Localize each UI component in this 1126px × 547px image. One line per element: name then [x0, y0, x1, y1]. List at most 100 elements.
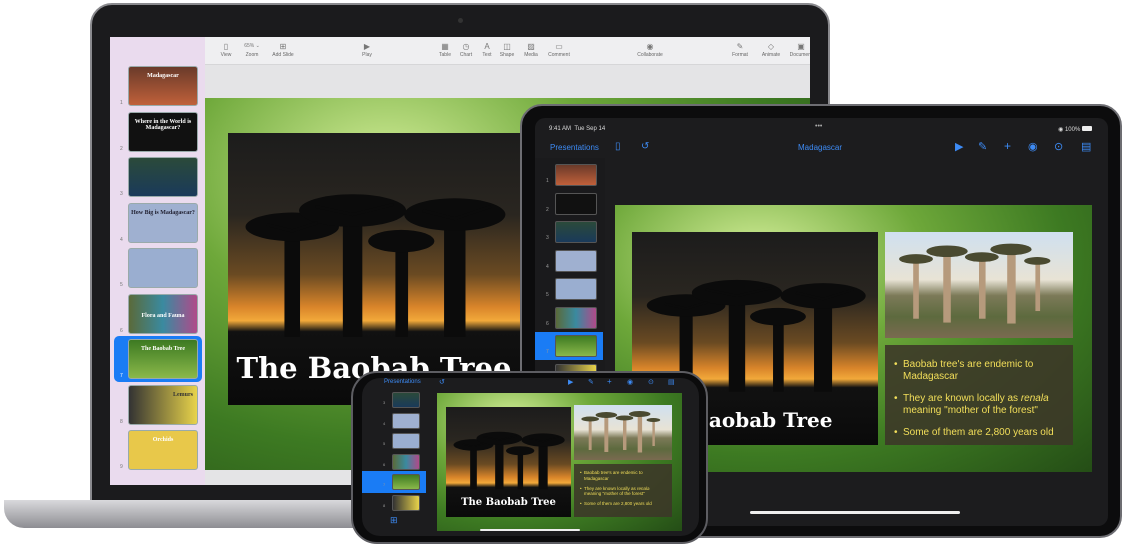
toolbar-label: Animate: [761, 52, 781, 58]
toolbar-label: Media: [524, 52, 538, 58]
slide-number: 2: [546, 206, 549, 213]
slide-number: 1: [120, 100, 123, 106]
home-indicator: [750, 511, 960, 514]
slide-thumbnail[interactable]: The Baobab Tree: [128, 339, 198, 379]
date: Tue Sep 14: [574, 126, 606, 132]
toolbar-label: Format: [732, 52, 748, 58]
presentations-button[interactable]: Presentations: [550, 143, 599, 152]
play-icon: ▶: [363, 42, 371, 51]
slide-thumbnail[interactable]: How Big is Madagascar?: [128, 202, 198, 243]
slide-thumbnail[interactable]: [555, 278, 597, 300]
bullet-item: Some of them are 2,800 years old: [580, 501, 668, 507]
toolbar-document-button[interactable]: ▣Document: [781, 41, 810, 58]
slide-thumbnail[interactable]: Lemurs: [128, 384, 198, 425]
slide-thumbnail-title: How Big is Madagascar?: [131, 209, 195, 216]
slide-thumbnail[interactable]: Where in the World is Madagascar?: [128, 111, 198, 152]
wifi-icon: ◉: [1058, 127, 1065, 133]
slide-number: 4: [383, 420, 386, 426]
battery-icon: [1082, 126, 1092, 131]
presentations-button[interactable]: Presentations: [384, 379, 421, 385]
add-icon[interactable]: +: [607, 378, 612, 386]
document-icon[interactable]: ▤: [668, 378, 675, 386]
bullet-text: Baobab tree's are endemic to Madagascar: [903, 359, 1034, 382]
collaborate-icon[interactable]: ◉: [627, 378, 633, 386]
slide-thumbnail[interactable]: [392, 412, 420, 429]
slide-thumbnail[interactable]: [555, 164, 597, 186]
document-icon: ▣: [797, 42, 805, 51]
slide-number: 2: [120, 145, 123, 152]
bullet-text: meaning "mother of the forest": [903, 405, 1038, 416]
bullet-item: They are known locally as renala meaning…: [580, 486, 668, 497]
multitasking-dots[interactable]: •••: [815, 123, 822, 130]
collaborate-icon: ◉: [646, 42, 654, 51]
slide-thumbnail[interactable]: [128, 157, 198, 197]
add-slide-icon[interactable]: ⊞: [390, 515, 398, 526]
slide-thumbnail[interactable]: [555, 306, 597, 329]
slide-number: 6: [546, 320, 549, 327]
toolbar-play-button[interactable]: ▶ Play: [347, 41, 387, 58]
bullet-text: renala: [1020, 393, 1049, 404]
undo-icon[interactable]: ↺: [439, 378, 445, 386]
format-brush-icon[interactable]: ✎: [588, 378, 594, 386]
toolbar-label: Collaborate: [637, 52, 663, 58]
battery-percent: 100%: [1064, 127, 1081, 133]
play-icon[interactable]: ▶: [568, 378, 573, 386]
slide-thumbnail[interactable]: [555, 221, 597, 243]
slide-thumbnail[interactable]: [392, 474, 420, 490]
slide-number: 9: [120, 464, 123, 470]
add-icon[interactable]: +: [1004, 139, 1011, 153]
baobab-silhouette: [646, 279, 866, 392]
more-icon[interactable]: ⊙: [1054, 140, 1063, 153]
bullet-item: Baobab tree's are endemic to Madagascar: [580, 470, 668, 481]
slide-thumbnail[interactable]: [555, 249, 597, 272]
toolbar-label: Comment: [548, 52, 570, 58]
collaborate-icon[interactable]: ◉: [1028, 140, 1038, 153]
slide-thumbnail[interactable]: Flora and Fauna: [128, 293, 198, 334]
slide-number: 7: [383, 482, 386, 487]
toolbar-label: Zoom: [245, 52, 259, 58]
iphone-keynote: Presentations ↺ ▶ ✎ + ◉ ⊙ ▤ 3 4 5 6 7 8 ⊞ The…: [362, 378, 699, 536]
slide-number: 4: [546, 263, 549, 270]
slide-thumbnail[interactable]: [128, 248, 198, 288]
bullet-textbox[interactable]: Baobab tree's are endemic to Madagascar T…: [574, 464, 672, 517]
document-title[interactable]: Madagascar: [798, 143, 842, 152]
bullet-textbox[interactable]: Baobab tree's are endemic to Madagascar T…: [885, 345, 1073, 445]
slide-thumbnail[interactable]: Madagascar: [128, 66, 198, 106]
slide-number: 5: [546, 292, 549, 298]
add-slide-icon: ⊞: [279, 42, 287, 51]
slide-navigator[interactable]: 1 Madagascar 2 Where in the World is Madaga…: [110, 37, 205, 485]
slide-number: 5: [383, 441, 386, 446]
slide-number: 8: [383, 502, 386, 508]
time: 9:41 AM: [549, 126, 572, 132]
slide-canvas[interactable]: The Baobab Tree Baobab tree's are endemi…: [437, 393, 682, 531]
slide-number: 3: [383, 400, 386, 405]
slide-thumbnail[interactable]: [555, 335, 597, 357]
bullet-text: Some of them are 2,800 years old: [584, 501, 652, 506]
camera: [458, 18, 463, 23]
slide-thumbnail[interactable]: [392, 433, 420, 449]
toolbar-add-slide-button[interactable]: ⊞ Add Slide: [263, 41, 303, 58]
bullet-item: Baobab tree's are endemic to Madagascar: [894, 359, 1065, 383]
more-icon[interactable]: ⊙: [648, 378, 654, 386]
baobab-silhouette: [581, 411, 661, 453]
slide-thumbnail[interactable]: [555, 192, 597, 215]
format-brush-icon[interactable]: ✎: [978, 140, 987, 153]
toolbar-comment-button[interactable]: ▭ Comment: [539, 41, 579, 58]
play-icon[interactable]: ▶: [955, 140, 963, 153]
slide-number: 7: [120, 373, 123, 379]
baobab-image: The Baobab Tree: [446, 407, 571, 517]
baobab-avenue-photo: [885, 232, 1073, 338]
toolbar-collaborate-button[interactable]: ◉ Collaborate: [630, 41, 670, 58]
slide-thumbnail[interactable]: Orchids: [128, 430, 198, 470]
baobab-silhouette: [899, 243, 1051, 324]
document-icon[interactable]: ▤: [1081, 140, 1091, 153]
slide-thumbnail-title: Madagascar: [147, 73, 179, 79]
slide-thumbnail-title: Lemurs: [173, 391, 193, 398]
slide-thumbnail[interactable]: [392, 494, 420, 511]
slide-title: The Baobab Tree: [461, 497, 556, 508]
toolbar-label: View: [220, 52, 232, 58]
sidebar-toggle-icon[interactable]: ▯: [615, 141, 621, 152]
slide-thumbnail[interactable]: [392, 392, 420, 408]
undo-icon[interactable]: ↺: [641, 141, 649, 152]
slide-thumbnail[interactable]: [392, 453, 420, 470]
